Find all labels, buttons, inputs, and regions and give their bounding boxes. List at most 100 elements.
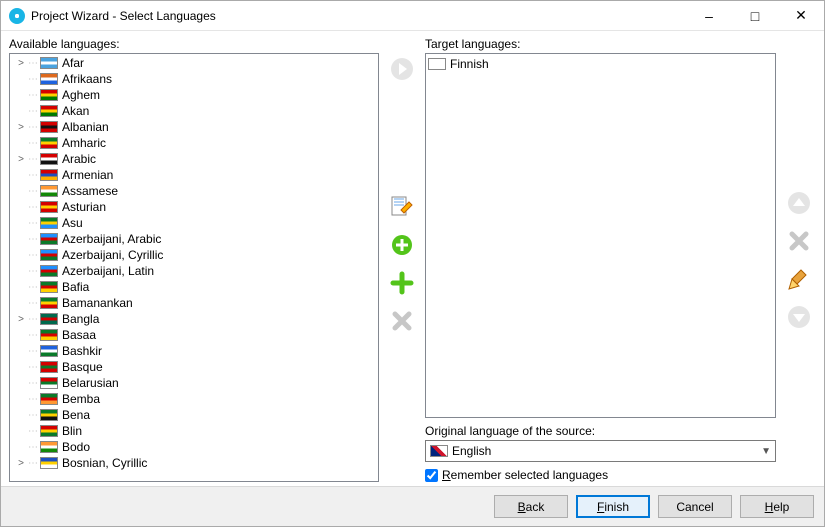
tree-elbow: ⋯	[28, 314, 40, 325]
remove-button[interactable]	[388, 307, 416, 335]
edit-pencil-icon	[390, 195, 414, 219]
expander-icon[interactable]: >	[14, 458, 28, 469]
tree-elbow: ⋯	[28, 138, 40, 149]
language-row[interactable]: >⋯Asturian	[10, 199, 378, 215]
help-button[interactable]: Help	[740, 495, 814, 518]
language-row[interactable]: >⋯Bamanankan	[10, 295, 378, 311]
remember-checkbox-row[interactable]: Remember selected languages	[425, 468, 776, 482]
arrow-right-icon	[390, 57, 414, 81]
target-language-label: Finnish	[450, 57, 489, 71]
language-row[interactable]: >⋯Aghem	[10, 87, 378, 103]
language-label: Aghem	[62, 88, 100, 102]
tree-elbow: ⋯	[28, 346, 40, 357]
language-label: Bosnian, Cyrillic	[62, 456, 147, 470]
language-row[interactable]: >⋯Basaa	[10, 327, 378, 343]
target-languages-list[interactable]: Finnish	[425, 53, 776, 418]
language-row[interactable]: >⋯Azerbaijani, Latin	[10, 263, 378, 279]
footer: Back Finish Cancel Help	[1, 486, 824, 526]
language-label: Amharic	[62, 136, 106, 150]
language-row[interactable]: >⋯Asu	[10, 215, 378, 231]
delete-x-icon	[787, 229, 811, 253]
target-label: Target languages:	[425, 37, 776, 51]
language-row[interactable]: >⋯Afar	[10, 55, 378, 71]
language-label: Asu	[62, 216, 83, 230]
flag-icon	[40, 153, 58, 165]
language-row[interactable]: >⋯Azerbaijani, Arabic	[10, 231, 378, 247]
expander-icon[interactable]: >	[14, 154, 28, 165]
cancel-button[interactable]: Cancel	[658, 495, 732, 518]
tree-elbow: ⋯	[28, 234, 40, 245]
language-row[interactable]: >⋯Bena	[10, 407, 378, 423]
language-label: Armenian	[62, 168, 113, 182]
flag-icon	[40, 329, 58, 341]
move-up-button[interactable]	[785, 189, 813, 217]
language-label: Basque	[62, 360, 103, 374]
chevron-down-icon: ▼	[761, 446, 771, 457]
language-row[interactable]: >⋯Albanian	[10, 119, 378, 135]
tree-elbow: ⋯	[28, 330, 40, 341]
flag-icon	[40, 105, 58, 117]
language-row[interactable]: >⋯Bodo	[10, 439, 378, 455]
tree-elbow: ⋯	[28, 154, 40, 165]
tree-elbow: ⋯	[28, 170, 40, 181]
close-button[interactable]: ✕	[778, 1, 824, 31]
language-row[interactable]: >⋯Bangla	[10, 311, 378, 327]
available-languages-list[interactable]: >⋯Afar>⋯Afrikaans>⋯Aghem>⋯Akan>⋯Albanian…	[9, 53, 379, 482]
language-label: Azerbaijani, Latin	[62, 264, 154, 278]
language-row[interactable]: >⋯Armenian	[10, 167, 378, 183]
delete-target-button[interactable]	[785, 227, 813, 255]
language-row[interactable]: >⋯Bafia	[10, 279, 378, 295]
add-circle-button[interactable]	[388, 231, 416, 259]
tree-elbow: ⋯	[28, 266, 40, 277]
move-down-button[interactable]	[785, 303, 813, 331]
language-row[interactable]: >⋯Blin	[10, 423, 378, 439]
language-label: Basaa	[62, 328, 96, 342]
language-row[interactable]: >⋯ Bosnian, Cyrillic	[10, 455, 378, 471]
tree-elbow: ⋯	[28, 426, 40, 437]
language-label: Belarusian	[62, 376, 119, 390]
language-row[interactable]: >⋯Assamese	[10, 183, 378, 199]
tree-elbow: ⋯	[28, 106, 40, 117]
language-row[interactable]: >⋯Bemba	[10, 391, 378, 407]
flag-icon	[40, 265, 58, 277]
clear-button[interactable]	[785, 265, 813, 293]
broom-icon	[787, 267, 811, 291]
language-row[interactable]: >⋯Belarusian	[10, 375, 378, 391]
edit-button[interactable]	[388, 193, 416, 221]
maximize-button[interactable]: □	[732, 1, 778, 31]
source-language-select[interactable]: English ▼	[425, 440, 776, 462]
finish-button[interactable]: Finish	[576, 495, 650, 518]
language-row[interactable]: >⋯Bashkir	[10, 343, 378, 359]
language-row[interactable]: >⋯Amharic	[10, 135, 378, 151]
available-label: Available languages:	[9, 37, 379, 51]
language-row[interactable]: >⋯Afrikaans	[10, 71, 378, 87]
language-label: Afrikaans	[62, 72, 112, 86]
add-circle-icon	[390, 233, 414, 257]
language-row[interactable]: >⋯Basque	[10, 359, 378, 375]
flag-icon	[40, 169, 58, 181]
move-right-button[interactable]	[388, 55, 416, 83]
tree-elbow: ⋯	[28, 298, 40, 309]
remember-checkbox[interactable]	[425, 469, 438, 482]
available-column: Available languages: >⋯Afar>⋯Afrikaans>⋯…	[9, 37, 379, 482]
add-plus-icon	[390, 271, 414, 295]
language-row[interactable]: >⋯Akan	[10, 103, 378, 119]
language-label: Blin	[62, 424, 82, 438]
tree-elbow: ⋯	[28, 458, 40, 469]
language-label: Azerbaijani, Arabic	[62, 232, 161, 246]
add-plus-button[interactable]	[388, 269, 416, 297]
flag-icon	[40, 249, 58, 261]
language-row[interactable]: >⋯Azerbaijani, Cyrillic	[10, 247, 378, 263]
expander-icon[interactable]: >	[14, 314, 28, 325]
back-button[interactable]: Back	[494, 495, 568, 518]
language-label: Afar	[62, 56, 84, 70]
flag-icon	[40, 345, 58, 357]
target-row[interactable]: Finnish	[428, 56, 773, 72]
language-row[interactable]: >⋯Arabic	[10, 151, 378, 167]
minimize-button[interactable]: –	[686, 1, 732, 31]
transfer-buttons-column	[385, 37, 419, 482]
tree-elbow: ⋯	[28, 218, 40, 229]
expander-icon[interactable]: >	[14, 58, 28, 69]
flag-icon	[40, 457, 58, 469]
expander-icon[interactable]: >	[14, 122, 28, 133]
